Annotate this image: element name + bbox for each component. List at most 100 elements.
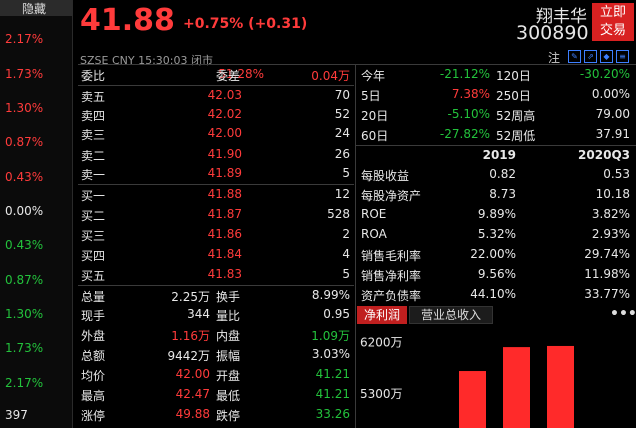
fin-row: 资产负债率 44.10% 33.77% xyxy=(360,285,632,304)
ask-price: 41.89 xyxy=(207,166,242,180)
stat-value: 1.16万 xyxy=(171,329,210,343)
fin-value: 44.10% xyxy=(470,287,516,301)
weibi-label: 委比 xyxy=(81,69,106,83)
fin-row: 销售毛利率 22.00% 29.74% xyxy=(360,245,632,264)
profit-bar[interactable] xyxy=(503,347,530,428)
perf-value: 0.00% xyxy=(591,87,630,101)
trade-button-line2: 交易 xyxy=(599,23,626,38)
more-options-icon[interactable]: ••• xyxy=(610,306,636,322)
stat-row: 均价 42.00 开盘 41.21 xyxy=(80,365,352,384)
ask-label: 卖一 xyxy=(81,168,106,182)
y-tick-label: 6200万 xyxy=(360,336,403,350)
ask-volume: 52 xyxy=(334,107,350,121)
stat-row: 最高 42.47 最低 41.21 xyxy=(80,385,352,404)
stat-value: 0.95 xyxy=(323,307,350,321)
ask-price: 41.90 xyxy=(207,147,242,161)
y-tick-label: 5300万 xyxy=(360,387,403,401)
stat-value: 42.47 xyxy=(175,387,210,401)
bid-row[interactable]: 买三 41.86 2 xyxy=(80,225,352,244)
fin-value: 0.82 xyxy=(489,167,516,181)
bid-row[interactable]: 买二 41.87 528 xyxy=(80,205,352,224)
bid-volume: 528 xyxy=(327,207,350,221)
stat-value: 42.00 xyxy=(175,367,210,381)
stat-value: 3.03% xyxy=(311,347,350,361)
fin-value: 11.98% xyxy=(584,267,630,281)
axis-label: 2.17% xyxy=(5,376,44,390)
fin-value: 10.18 xyxy=(595,187,630,201)
fin-value: 22.00% xyxy=(470,247,516,261)
ask-row[interactable]: 卖二 41.90 26 xyxy=(80,145,352,164)
bid-label: 买四 xyxy=(81,249,106,263)
axis-label: 2.17% xyxy=(5,32,44,46)
profit-bar[interactable] xyxy=(547,345,574,428)
trade-button-line1: 立即 xyxy=(599,5,626,20)
fin-value: 33.77% xyxy=(584,287,630,301)
hide-button[interactable]: 隐藏 xyxy=(22,0,46,17)
stat-value: 9442万 xyxy=(167,349,210,363)
stat-value: 33.26 xyxy=(315,407,350,421)
last-price: 41.88 xyxy=(80,3,175,38)
fin-label: 每股净资产 xyxy=(361,189,422,203)
share-icon[interactable]: ⇗ xyxy=(584,50,597,63)
bid-volume: 4 xyxy=(342,247,350,261)
weicha-value: 0.04万 xyxy=(311,69,350,83)
ask-price: 42.02 xyxy=(207,107,242,121)
axis-label: 0.00% xyxy=(5,204,44,218)
weibi-row: 委比 51.28% 委差 0.04万 xyxy=(80,65,352,84)
fin-value: 0.53 xyxy=(603,167,630,181)
bid-row[interactable]: 买一 41.88 12 xyxy=(80,185,352,204)
stat-value: 8.99% xyxy=(311,288,350,302)
stat-label: 涨停 xyxy=(81,409,106,423)
perf-label: 5日 xyxy=(361,89,381,103)
perf-row: 5日 7.38% 250日 0.00% xyxy=(360,85,632,104)
bid-price: 41.83 xyxy=(207,267,242,281)
ask-label: 卖四 xyxy=(81,109,106,123)
stat-row: 现手 344 量比 0.95 xyxy=(80,305,352,324)
stock-code: 300890 xyxy=(516,22,589,44)
profit-bar[interactable] xyxy=(459,371,486,428)
edit-icon[interactable]: ✎ xyxy=(568,50,581,63)
fin-label: ROA xyxy=(361,227,387,241)
ask-price: 42.03 xyxy=(207,88,242,102)
fin-value: 2.93% xyxy=(591,227,630,241)
fin-row: 销售净利率 9.56% 11.98% xyxy=(360,265,632,284)
tab-net-profit[interactable]: 净利润 xyxy=(357,306,407,324)
perf-value: 37.91 xyxy=(595,127,630,141)
fin-label: 销售毛利率 xyxy=(361,249,422,263)
stat-label: 跌停 xyxy=(216,409,241,423)
bid-row[interactable]: 买四 41.84 4 xyxy=(80,245,352,264)
ask-row[interactable]: 卖三 42.00 24 xyxy=(80,124,352,143)
stat-label: 总量 xyxy=(81,290,106,304)
fin-row: ROA 5.32% 2.93% xyxy=(360,225,632,244)
fin-label: ROE xyxy=(361,207,387,221)
perf-row: 60日 -27.82% 52周低 37.91 xyxy=(360,125,632,144)
fin-row: 每股净资产 8.73 10.18 xyxy=(360,185,632,204)
perf-value: 7.38% xyxy=(451,87,490,101)
stat-row: 涨停 49.88 跌停 33.26 xyxy=(80,405,352,424)
perf-value: -5.10% xyxy=(447,107,490,121)
trade-now-button[interactable]: 立即 交易 xyxy=(592,3,634,41)
ask-label: 卖二 xyxy=(81,149,106,163)
axis-label: 0.43% xyxy=(5,238,44,252)
ask-row[interactable]: 卖四 42.02 52 xyxy=(80,105,352,124)
stat-label: 外盘 xyxy=(81,329,106,343)
bid-price: 41.84 xyxy=(207,247,242,261)
bid-price: 41.88 xyxy=(207,187,242,201)
perf-label: 今年 xyxy=(361,69,386,83)
ask-volume: 5 xyxy=(342,166,350,180)
ask-row[interactable]: 卖五 42.03 70 xyxy=(80,86,352,105)
stat-value: 2.25万 xyxy=(171,290,210,304)
axis-label: 1.73% xyxy=(5,341,44,355)
ask-row[interactable]: 卖一 41.89 5 xyxy=(80,164,352,183)
stat-label: 振幅 xyxy=(216,349,241,363)
tab-total-revenue[interactable]: 营业总收入 xyxy=(409,306,493,324)
fin-value: 9.56% xyxy=(477,267,516,281)
bid-row[interactable]: 买五 41.83 5 xyxy=(80,265,352,284)
ask-volume: 26 xyxy=(334,147,350,161)
stat-label: 开盘 xyxy=(216,369,241,383)
axis-label: 0.87% xyxy=(5,135,44,149)
stat-label: 均价 xyxy=(81,369,106,383)
settings-icon[interactable]: ≡ xyxy=(616,50,629,63)
alert-icon[interactable]: ◆ xyxy=(600,50,613,63)
bid-volume: 5 xyxy=(342,267,350,281)
